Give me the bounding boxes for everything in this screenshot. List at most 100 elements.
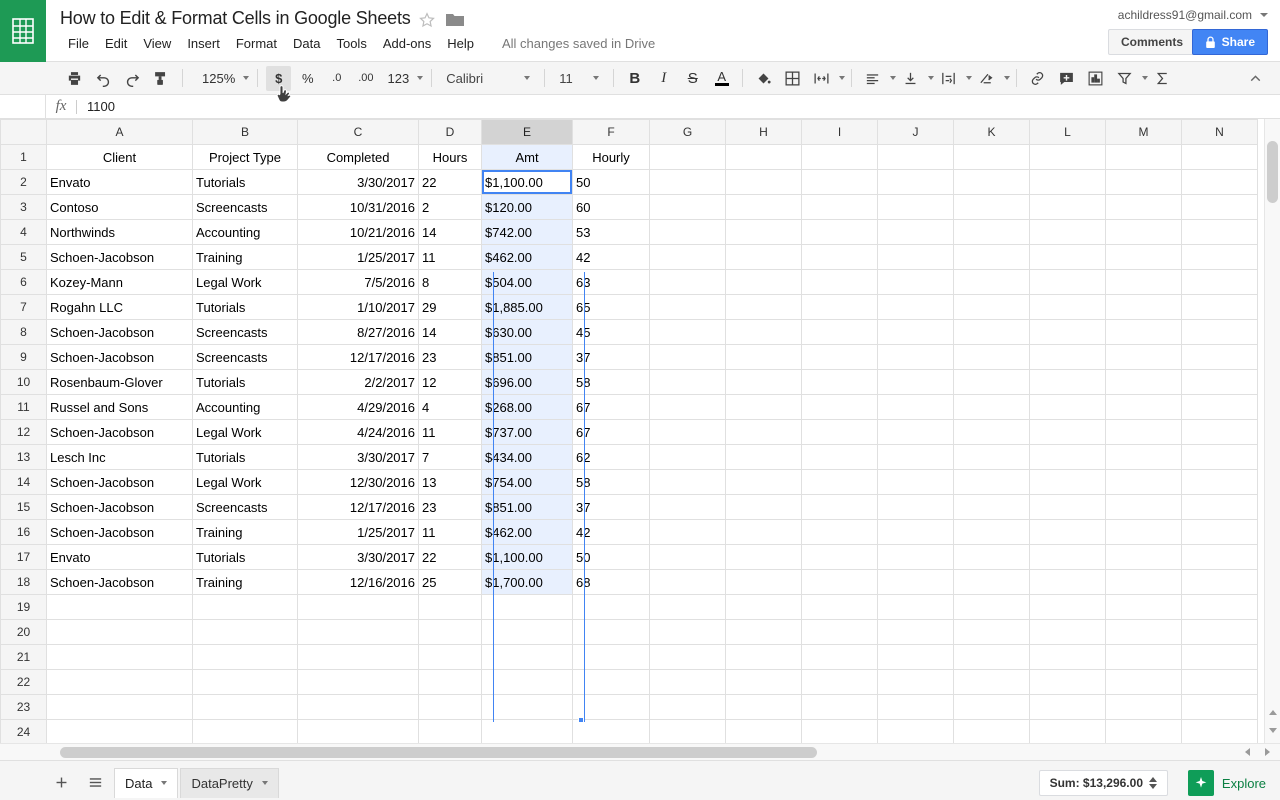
increase-decimal-button[interactable]: .00 (353, 66, 378, 91)
column-header-d[interactable]: D (418, 119, 482, 145)
cell-B19[interactable] (192, 594, 298, 620)
menu-item-insert[interactable]: Insert (179, 34, 228, 53)
cell-B24[interactable] (192, 719, 298, 743)
scroll-down-arrow-icon[interactable] (1269, 728, 1277, 733)
formula-input[interactable] (77, 94, 1280, 119)
row-header-8[interactable]: 8 (0, 319, 47, 345)
column-header-c[interactable]: C (297, 119, 419, 145)
cell-I15[interactable] (801, 494, 878, 520)
cell-C4[interactable]: 10/21/2016 (297, 219, 419, 245)
account-email[interactable]: achildress91@gmail.com (1118, 8, 1252, 22)
cell-N17[interactable] (1181, 544, 1258, 570)
cell-D1[interactable]: Hours (418, 144, 482, 170)
cell-B8[interactable]: Screencasts (192, 319, 298, 345)
cell-M7[interactable] (1105, 294, 1182, 320)
cell-M17[interactable] (1105, 544, 1182, 570)
cell-L3[interactable] (1029, 194, 1106, 220)
cell-E1[interactable]: Amt (481, 144, 573, 170)
menu-item-data[interactable]: Data (285, 34, 328, 53)
cell-H7[interactable] (725, 294, 802, 320)
row-header-23[interactable]: 23 (0, 694, 47, 720)
vertical-scrollbar[interactable] (1264, 119, 1280, 743)
cell-J20[interactable] (877, 619, 954, 645)
cell-I4[interactable] (801, 219, 878, 245)
cell-H6[interactable] (725, 269, 802, 295)
cell-D5[interactable]: 11 (418, 244, 482, 270)
document-title[interactable]: How to Edit & Format Cells in Google She… (60, 8, 411, 29)
cell-A16[interactable]: Schoen-Jacobson (46, 519, 193, 545)
row-header-7[interactable]: 7 (0, 294, 47, 320)
cell-E4[interactable]: $742.00 (481, 219, 573, 245)
cell-D15[interactable]: 23 (418, 494, 482, 520)
cell-G17[interactable] (649, 544, 726, 570)
cell-K3[interactable] (953, 194, 1030, 220)
cell-H15[interactable] (725, 494, 802, 520)
menu-item-tools[interactable]: Tools (328, 34, 374, 53)
cell-N22[interactable] (1181, 669, 1258, 695)
cell-G21[interactable] (649, 644, 726, 670)
cell-N4[interactable] (1181, 219, 1258, 245)
cell-J8[interactable] (877, 319, 954, 345)
cell-C3[interactable]: 10/31/2016 (297, 194, 419, 220)
cell-M1[interactable] (1105, 144, 1182, 170)
cell-M6[interactable] (1105, 269, 1182, 295)
cell-D14[interactable]: 13 (418, 469, 482, 495)
cell-L8[interactable] (1029, 319, 1106, 345)
cell-E13[interactable]: $434.00 (481, 444, 573, 470)
cell-L17[interactable] (1029, 544, 1106, 570)
cell-L10[interactable] (1029, 369, 1106, 395)
row-header-1[interactable]: 1 (0, 144, 47, 170)
cell-I17[interactable] (801, 544, 878, 570)
cell-J1[interactable] (877, 144, 954, 170)
chevron-down-icon[interactable] (928, 76, 935, 80)
row-header-18[interactable]: 18 (0, 569, 47, 595)
cell-A8[interactable]: Schoen-Jacobson (46, 319, 193, 345)
cell-M3[interactable] (1105, 194, 1182, 220)
cell-C12[interactable]: 4/24/2016 (297, 419, 419, 445)
cell-K9[interactable] (953, 344, 1030, 370)
cell-B20[interactable] (192, 619, 298, 645)
row-header-11[interactable]: 11 (0, 394, 47, 420)
cell-G22[interactable] (649, 669, 726, 695)
cell-M15[interactable] (1105, 494, 1182, 520)
cell-M5[interactable] (1105, 244, 1182, 270)
cell-J16[interactable] (877, 519, 954, 545)
cell-K24[interactable] (953, 719, 1030, 743)
cell-D9[interactable]: 23 (418, 344, 482, 370)
cell-F2[interactable]: 50 (572, 169, 650, 195)
cell-N18[interactable] (1181, 569, 1258, 595)
cell-L24[interactable] (1029, 719, 1106, 743)
cell-M8[interactable] (1105, 319, 1182, 345)
cell-I16[interactable] (801, 519, 878, 545)
cell-B23[interactable] (192, 694, 298, 720)
vertical-scrollbar-thumb[interactable] (1267, 141, 1278, 203)
row-header-12[interactable]: 12 (0, 419, 47, 445)
cell-B11[interactable]: Accounting (192, 394, 298, 420)
cell-M13[interactable] (1105, 444, 1182, 470)
cell-A2[interactable]: Envato (46, 169, 193, 195)
cell-I9[interactable] (801, 344, 878, 370)
cell-D13[interactable]: 7 (418, 444, 482, 470)
cell-J5[interactable] (877, 244, 954, 270)
cell-K12[interactable] (953, 419, 1030, 445)
cell-M12[interactable] (1105, 419, 1182, 445)
cell-B15[interactable]: Screencasts (192, 494, 298, 520)
cell-N10[interactable] (1181, 369, 1258, 395)
cell-H11[interactable] (725, 394, 802, 420)
cell-E16[interactable]: $462.00 (481, 519, 573, 545)
cell-N8[interactable] (1181, 319, 1258, 345)
cell-M11[interactable] (1105, 394, 1182, 420)
menu-item-help[interactable]: Help (439, 34, 482, 53)
horizontal-scrollbar[interactable] (0, 743, 1280, 760)
cell-H5[interactable] (725, 244, 802, 270)
cell-L16[interactable] (1029, 519, 1106, 545)
cell-M16[interactable] (1105, 519, 1182, 545)
cell-H22[interactable] (725, 669, 802, 695)
cell-M10[interactable] (1105, 369, 1182, 395)
cell-E14[interactable]: $754.00 (481, 469, 573, 495)
cell-H24[interactable] (725, 719, 802, 743)
cell-K7[interactable] (953, 294, 1030, 320)
cell-A24[interactable] (46, 719, 193, 743)
cell-I5[interactable] (801, 244, 878, 270)
menu-item-file[interactable]: File (60, 34, 97, 53)
